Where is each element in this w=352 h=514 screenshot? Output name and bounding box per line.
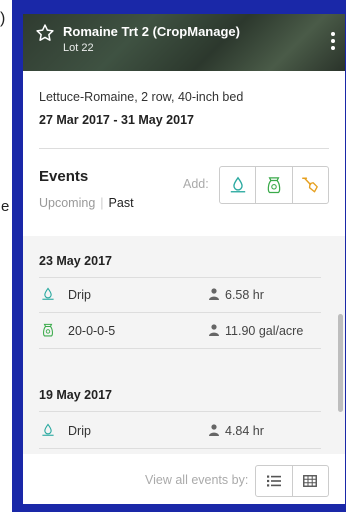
- card-header: Romaine Trt 2 (CropManage) Lot 22: [23, 14, 345, 71]
- tab-separator: |: [100, 196, 104, 210]
- divider: [39, 348, 321, 349]
- date-range: 27 Mar 2017 - 31 May 2017: [39, 113, 194, 127]
- page-fragment-paren: ): [0, 10, 6, 27]
- divider: [39, 312, 321, 313]
- water-drop-icon: [230, 176, 245, 193]
- star-outline-icon[interactable]: [35, 23, 55, 43]
- list-view-button[interactable]: [256, 466, 292, 496]
- planting-title: Romaine Trt 2 (CropManage): [63, 24, 240, 39]
- tab-upcoming[interactable]: Upcoming: [39, 196, 95, 210]
- table-view-button[interactable]: [291, 466, 329, 496]
- shovel-icon: [302, 177, 319, 193]
- event-name: Drip: [68, 424, 91, 438]
- water-drop-icon: [42, 423, 54, 436]
- event-row[interactable]: Drip 4.84 hr: [39, 416, 321, 446]
- event-row[interactable]: Drip 6.58 hr: [39, 280, 321, 310]
- divider: [39, 448, 321, 449]
- fertilizer-bag-icon: [43, 323, 53, 337]
- fertilizer-bag-icon: [267, 177, 281, 194]
- user-icon: [209, 324, 219, 336]
- user-icon: [209, 288, 219, 300]
- add-label: Add:: [183, 177, 209, 191]
- event-date-heading: 19 May 2017: [39, 388, 112, 402]
- crop-description: Lettuce-Romaine, 2 row, 40-inch bed: [39, 90, 244, 104]
- events-list: 23 May 2017 Drip 6.58 hr 20-0-0-5 11.90 …: [23, 236, 345, 454]
- event-row[interactable]: 20-0-0-5 11.90 gal/acre: [39, 316, 321, 346]
- event-value: 6.58 hr: [225, 288, 264, 302]
- list-icon: [266, 475, 281, 487]
- event-name: Drip: [68, 288, 91, 302]
- event-value: 11.90 gal/acre: [225, 324, 304, 338]
- water-drop-icon: [42, 287, 54, 300]
- card-footer: View all events by:: [23, 454, 345, 504]
- lot-label: Lot 22: [63, 42, 94, 54]
- view-toggle: [255, 465, 329, 497]
- events-heading: Events: [39, 168, 89, 185]
- page-fragment-e: e: [1, 198, 10, 215]
- tab-past[interactable]: Past: [109, 196, 134, 210]
- planting-card: Romaine Trt 2 (CropManage) Lot 22 Lettuc…: [23, 14, 345, 504]
- divider: [39, 277, 321, 278]
- divider: [39, 411, 321, 412]
- add-irrigation-button[interactable]: [220, 167, 257, 203]
- view-all-label: View all events by:: [145, 473, 249, 487]
- event-value: 4.84 hr: [225, 424, 264, 438]
- user-icon: [209, 424, 219, 436]
- events-tabs: Upcoming | Past: [39, 196, 134, 210]
- add-fertilizer-button[interactable]: [256, 167, 293, 203]
- planting-info: Lettuce-Romaine, 2 row, 40-inch bed 27 M…: [23, 71, 345, 236]
- divider: [39, 148, 329, 149]
- scrollbar[interactable]: [338, 314, 343, 412]
- add-event-buttons: [219, 166, 329, 204]
- event-date-heading: 23 May 2017: [39, 254, 112, 268]
- event-name: 20-0-0-5: [68, 324, 116, 338]
- kebab-menu-icon[interactable]: [331, 32, 335, 50]
- add-cultivation-button[interactable]: [293, 167, 328, 203]
- table-icon: [303, 475, 318, 487]
